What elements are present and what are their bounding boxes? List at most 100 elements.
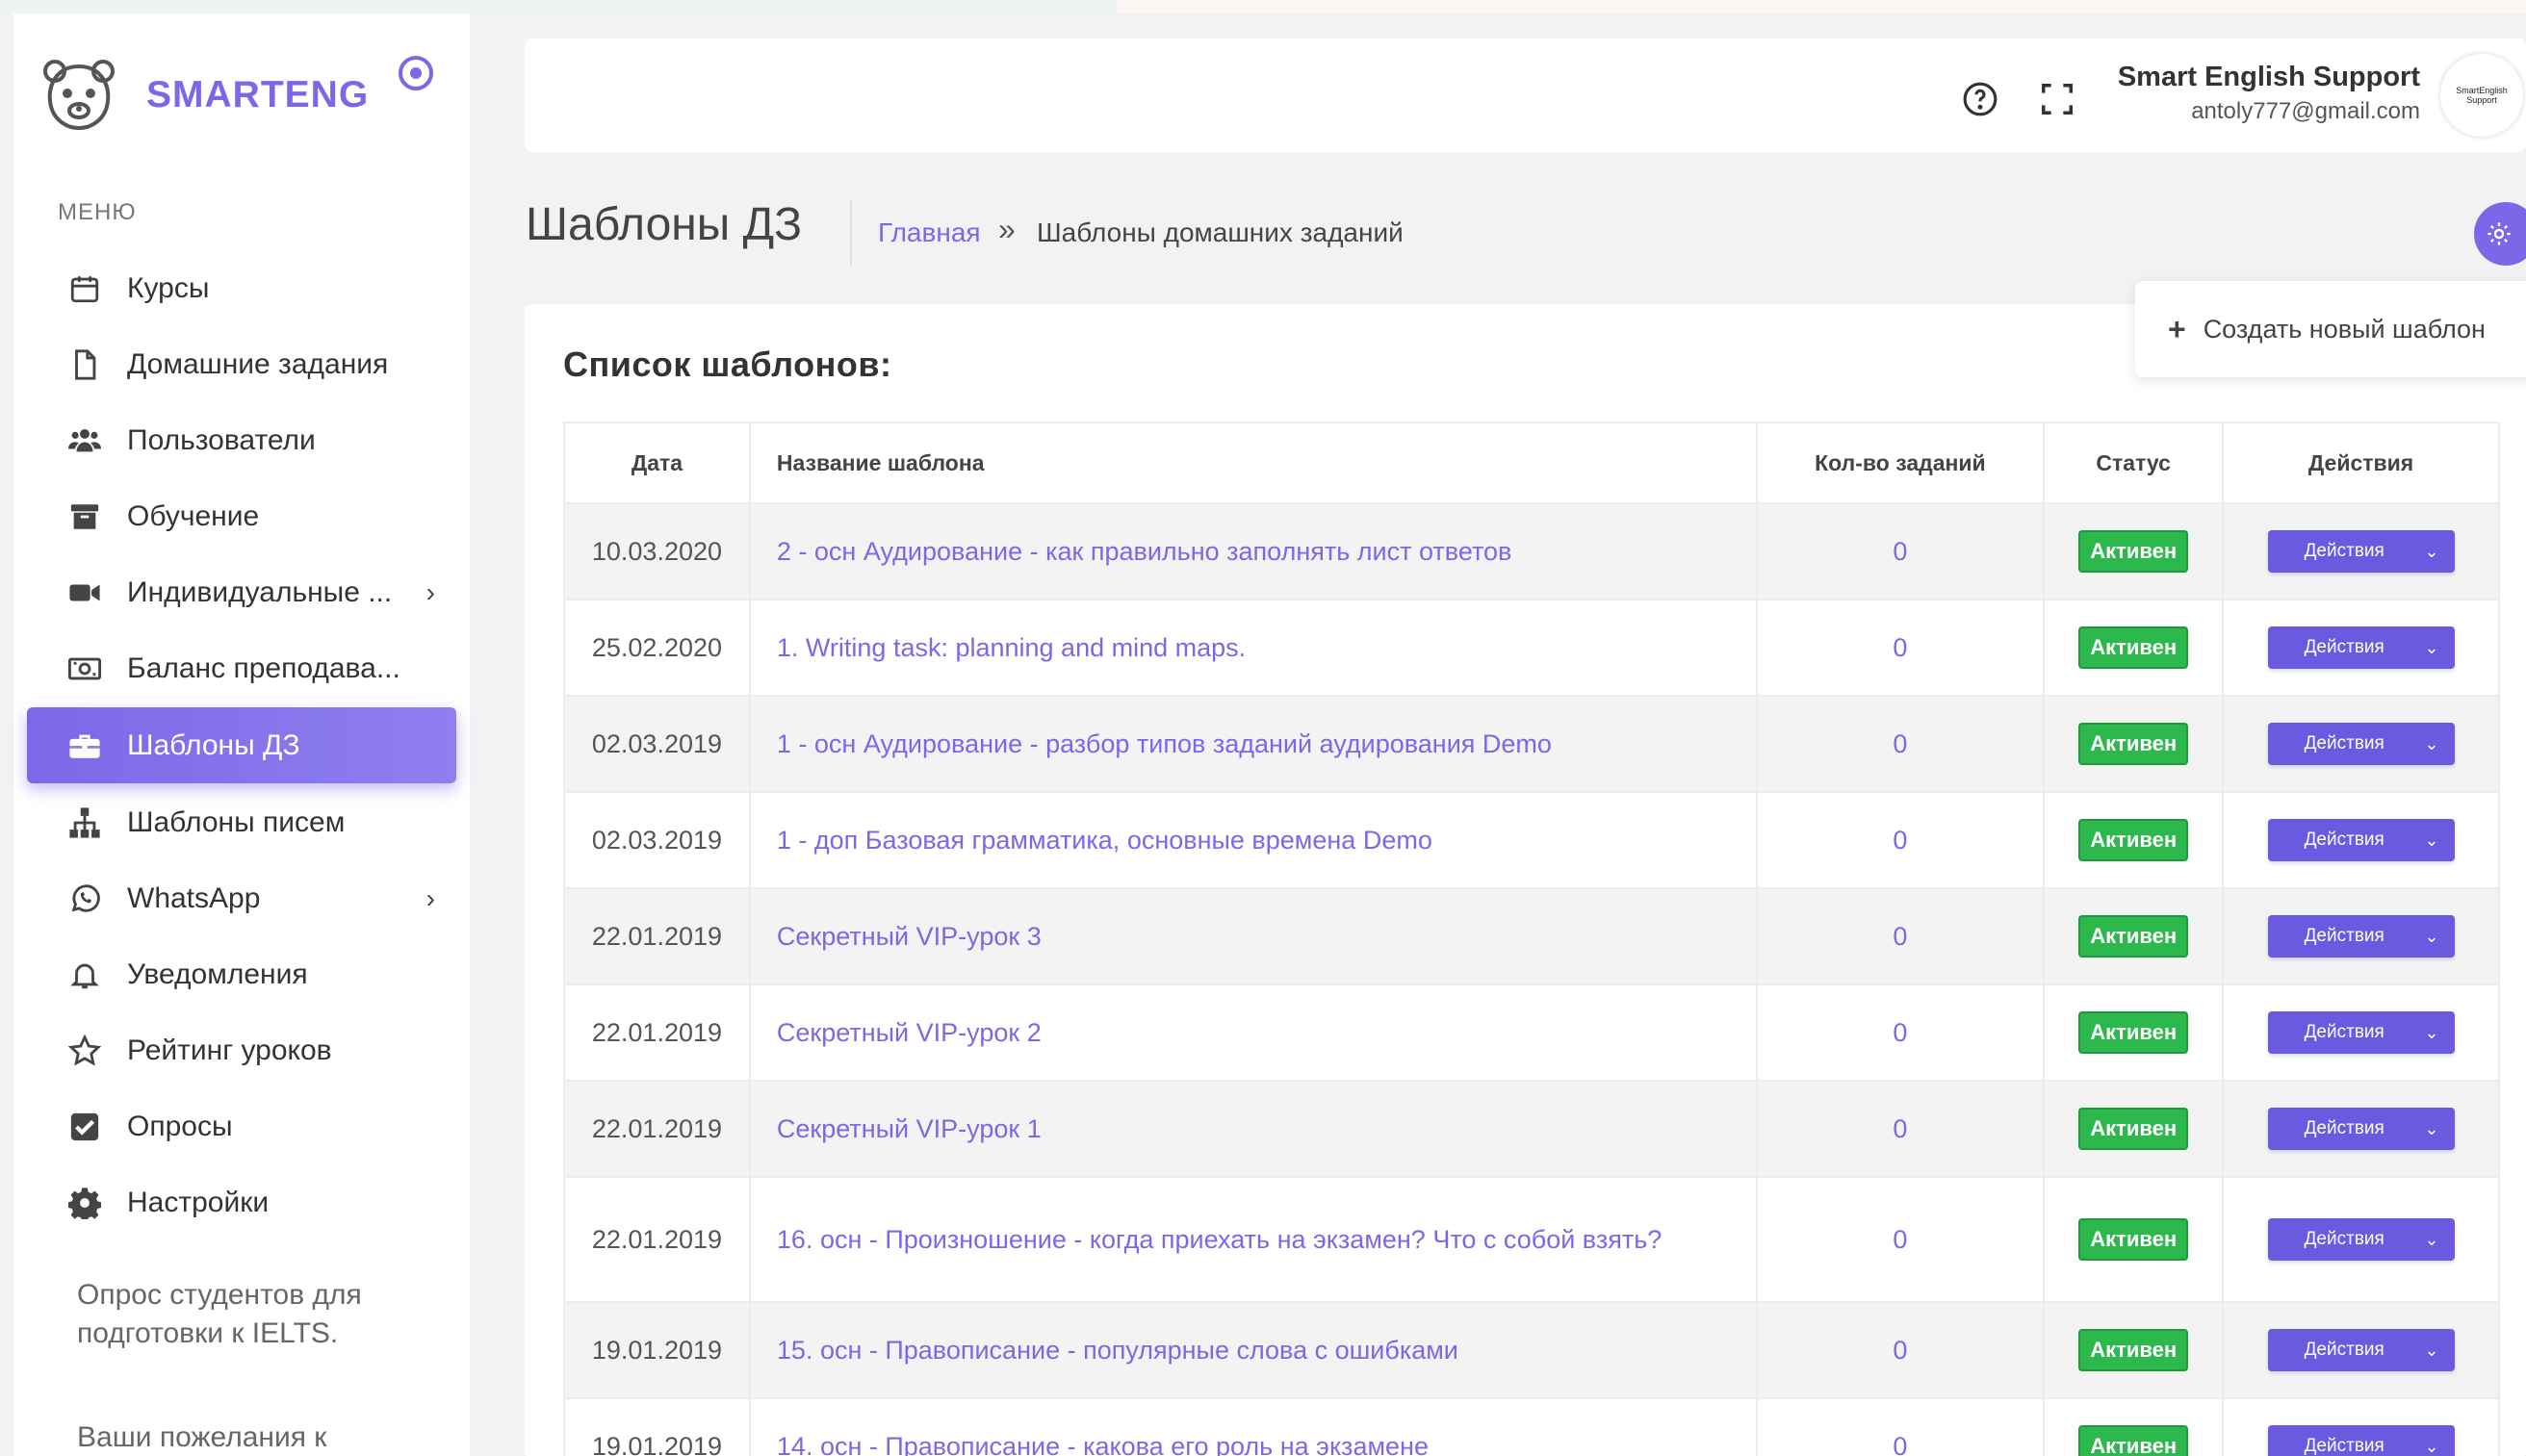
sidebar-link-ielts-survey[interactable]: Опрос студентов для подготовки к IELTS. [77, 1276, 395, 1353]
chevron-down-icon: ⌄ [2424, 733, 2439, 754]
column-header-status[interactable]: Статус [2043, 421, 2225, 504]
whatsapp-icon [67, 881, 102, 916]
sidebar-item-surveys[interactable]: Опросы [27, 1088, 456, 1164]
actions-dropdown-button[interactable]: Действия ⌄ [2267, 915, 2455, 958]
cell-task-count[interactable]: 0 [1755, 1176, 2046, 1303]
templates-table: Дата Название шаблона Кол-во заданий Ста… [563, 421, 2500, 1456]
template-name-link[interactable]: 1 - доп Базовая грамматика, основные вре… [748, 791, 1758, 889]
sidebar-item-homework[interactable]: Домашние задания [27, 326, 456, 402]
actions-dropdown-button[interactable]: Действия ⌄ [2267, 1108, 2455, 1150]
cell-task-count[interactable]: 0 [1755, 791, 2046, 889]
create-template-label: Создать новый шаблон [2203, 314, 2486, 344]
brand[interactable]: SMARTENG [40, 42, 369, 148]
actions-dropdown-button[interactable]: Действия ⌄ [2267, 1011, 2455, 1054]
column-header-count[interactable]: Кол-во заданий [1755, 421, 2046, 504]
status-badge: Активен [2078, 723, 2189, 765]
breadcrumb-home-link[interactable]: Главная [878, 217, 981, 248]
chevron-right-icon: › [425, 883, 435, 913]
create-template-menu-item[interactable]: + Создать новый шаблон [2135, 281, 2526, 377]
cell-date: 22.01.2019 [563, 1176, 751, 1303]
table-row: 22.01.2019 16. осн - Произношение - когда… [563, 1176, 2500, 1303]
chevron-down-icon: ⌄ [2424, 1436, 2439, 1456]
actions-dropdown-button[interactable]: Действия ⌄ [2267, 1425, 2455, 1456]
cell-date: 02.03.2019 [563, 791, 751, 889]
actions-dropdown-button[interactable]: Действия ⌄ [2267, 530, 2455, 573]
sidebar-item-label: Индивидуальные ... [127, 575, 393, 608]
actions-dropdown-button[interactable]: Действия ⌄ [2267, 1218, 2455, 1261]
users-icon [67, 423, 102, 458]
file-icon [67, 347, 102, 382]
template-name-link[interactable]: 16. осн - Произношение - когда приехать … [748, 1176, 1758, 1303]
avatar[interactable]: SmartEnglish Support [2440, 54, 2523, 137]
help-icon[interactable] [1962, 81, 1998, 117]
template-name-link[interactable]: Секретный VIP-урок 1 [748, 1080, 1758, 1178]
cell-date: 02.03.2019 [563, 695, 751, 793]
actions-button-label: Действия [2304, 1229, 2384, 1249]
cell-date: 22.01.2019 [563, 983, 751, 1082]
cell-actions: Действия ⌄ [2222, 695, 2500, 793]
sidebar-item-training[interactable]: Обучение [27, 478, 456, 554]
table-row: 19.01.2019 15. осн - Правописание - попул… [563, 1301, 2500, 1399]
template-name-link[interactable]: 15. осн - Правописание - популярные слов… [748, 1301, 1758, 1399]
status-badge: Активен [2078, 819, 2189, 861]
sidebar-item-lesson-rating[interactable]: Рейтинг уроков [27, 1012, 456, 1088]
cell-date: 10.03.2020 [563, 502, 751, 600]
template-name-link[interactable]: Секретный VIP-урок 3 [748, 887, 1758, 985]
cell-task-count[interactable]: 0 [1755, 1080, 2046, 1178]
column-header-actions: Действия [2222, 421, 2500, 504]
cell-status: Активен [2043, 1080, 2225, 1178]
column-header-date[interactable]: Дата [563, 421, 751, 504]
cell-task-count[interactable]: 0 [1755, 887, 2046, 985]
sidebar-item-label: Курсы [127, 271, 210, 304]
status-badge: Активен [2078, 1011, 2189, 1054]
sidebar-item-notifications[interactable]: Уведомления [27, 936, 456, 1012]
sidebar-item-users[interactable]: Пользователи [27, 402, 456, 478]
sidebar-item-email-templates[interactable]: Шаблоны писем [27, 784, 456, 860]
sidebar-item-courses[interactable]: Курсы [27, 250, 456, 326]
actions-dropdown-button[interactable]: Действия ⌄ [2267, 819, 2455, 861]
actions-dropdown-button[interactable]: Действия ⌄ [2267, 626, 2455, 669]
template-name-link[interactable]: 1. Writing task: planning and mind maps. [748, 599, 1758, 697]
template-name-link[interactable]: 1 - осн Аудирование - разбор типов задан… [748, 695, 1758, 793]
sidebar-item-label: WhatsApp [127, 881, 261, 914]
sitemap-icon [67, 805, 102, 840]
sidebar-item-individual[interactable]: Индивидуальные ... › [27, 554, 456, 630]
cell-status: Активен [2043, 695, 2225, 793]
sidebar-item-label: Обучение [127, 499, 260, 532]
actions-dropdown-button[interactable]: Действия ⌄ [2267, 723, 2455, 765]
cell-task-count[interactable]: 0 [1755, 695, 2046, 793]
cell-task-count[interactable]: 0 [1755, 599, 2046, 697]
actions-dropdown-button[interactable]: Действия ⌄ [2267, 1329, 2455, 1371]
cell-actions: Действия ⌄ [2222, 887, 2500, 985]
sidebar-item-teacher-balance[interactable]: Баланс преподава... [27, 630, 456, 706]
cell-actions: Действия ⌄ [2222, 599, 2500, 697]
fullscreen-icon[interactable] [2039, 81, 2075, 117]
column-header-name[interactable]: Название шаблона [748, 421, 1758, 504]
settings-fab-button[interactable] [2474, 202, 2526, 266]
table-row: 22.01.2019 Секретный VIP-урок 1 0 Активен Де… [563, 1080, 2500, 1178]
sidebar-link-wishes[interactable]: Ваши пожелания к [77, 1418, 395, 1456]
table-header-row: Дата Название шаблона Кол-во заданий Ста… [563, 421, 2500, 504]
table-row: 10.03.2020 2 - осн Аудирование - как прав… [563, 502, 2500, 600]
cell-task-count[interactable]: 0 [1755, 983, 2046, 1082]
cell-date: 22.01.2019 [563, 1080, 751, 1178]
sidebar-item-whatsapp[interactable]: WhatsApp › [27, 860, 456, 936]
sidebar-item-settings[interactable]: Настройки [27, 1164, 456, 1240]
sidebar-toggle-icon[interactable] [399, 56, 433, 90]
actions-button-label: Действия [2304, 733, 2384, 754]
cell-task-count[interactable]: 0 [1755, 502, 2046, 600]
template-name-link[interactable]: 2 - осн Аудирование - как правильно запо… [748, 502, 1758, 600]
status-badge: Активен [2078, 530, 2189, 573]
template-name-link[interactable]: 14. осн - Правописание - какова его роль… [748, 1397, 1758, 1456]
cell-task-count[interactable]: 0 [1755, 1301, 2046, 1399]
actions-button-label: Действия [2304, 1022, 2384, 1042]
actions-button-label: Действия [2304, 637, 2384, 657]
status-badge: Активен [2078, 915, 2189, 958]
template-name-link[interactable]: Секретный VIP-урок 2 [748, 983, 1758, 1082]
breadcrumb-separator: » [998, 212, 1016, 246]
sidebar-item-hw-templates[interactable]: Шаблоны ДЗ [27, 707, 456, 783]
user-name[interactable]: Smart English Support [2118, 62, 2420, 93]
cell-task-count[interactable]: 0 [1755, 1397, 2046, 1456]
top-strip [0, 0, 2526, 13]
actions-button-label: Действия [2304, 1118, 2384, 1138]
